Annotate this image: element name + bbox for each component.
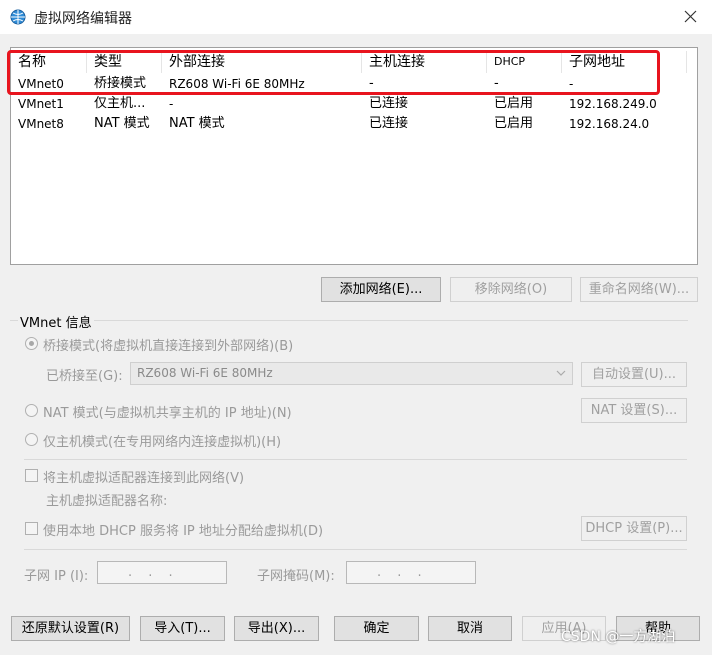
title-bar: 虚拟网络编辑器	[0, 0, 712, 34]
hostonly-label: 仅主机模式(在专用网络内连接虚拟机)(H)	[43, 435, 282, 450]
cancel-button[interactable]: 取消	[428, 616, 512, 641]
chevron-down-icon	[556, 370, 566, 376]
subnet-ip-input[interactable]: . . .	[97, 561, 227, 584]
column-header-dhcp[interactable]: DHCP	[487, 51, 562, 73]
table-row[interactable]: VMnet1 仅主机... - 已连接 已启用 192.168.249.0	[11, 94, 697, 114]
network-list[interactable]: 名称 类型 外部连接 主机连接 DHCP 子网地址 VMnet0 桥接模式 RZ…	[10, 47, 698, 265]
bridged-to-label: 已桥接至(G):	[46, 369, 123, 384]
cell-subnet: -	[569, 77, 574, 91]
divider	[24, 549, 687, 550]
nat-label: NAT 模式(与虚拟机共享主机的 IP 地址)(N)	[43, 406, 292, 421]
cell-dhcp: 已启用	[494, 116, 534, 131]
rename-network-button[interactable]: 重命名网络(W)...	[580, 277, 698, 302]
nat-settings-button[interactable]: NAT 设置(S)...	[581, 398, 687, 423]
bridged-label: 桥接模式(将虚拟机直接连接到外部网络)(B)	[43, 339, 294, 354]
cell-name: VMnet0	[18, 77, 64, 91]
column-header-external[interactable]: 外部连接	[162, 51, 362, 73]
window-title: 虚拟网络编辑器	[34, 11, 132, 27]
dhcp-checkbox[interactable]	[25, 522, 38, 535]
cell-type: 桥接模式	[94, 76, 147, 91]
dhcp-label: 使用本地 DHCP 服务将 IP 地址分配给虚拟机(D)	[43, 524, 324, 539]
column-header-name[interactable]: 名称	[11, 51, 87, 73]
table-row[interactable]: VMnet0 桥接模式 RZ608 Wi-Fi 6E 80MHz - - -	[11, 74, 697, 94]
remove-network-button[interactable]: 移除网络(O)	[450, 277, 572, 302]
import-button[interactable]: 导入(T)...	[140, 616, 225, 641]
cell-dhcp: 已启用	[494, 96, 534, 111]
hostonly-radio[interactable]	[25, 433, 38, 446]
network-globe-icon	[10, 9, 26, 25]
watermark: CSDN @一方湖泊	[561, 629, 676, 645]
table-row[interactable]: VMnet8 NAT 模式 NAT 模式 已连接 已启用 192.168.24.…	[11, 114, 697, 134]
restore-defaults-button[interactable]: 还原默认设置(R)	[11, 616, 130, 641]
ok-button[interactable]: 确定	[334, 616, 419, 641]
cell-external: -	[169, 97, 174, 111]
cell-type: 仅主机...	[94, 96, 146, 111]
cell-host: -	[369, 76, 374, 91]
bridged-radio[interactable]	[25, 337, 38, 350]
divider	[24, 459, 687, 460]
bridged-to-value: RZ608 Wi-Fi 6E 80MHz	[137, 366, 273, 380]
column-header-type[interactable]: 类型	[87, 51, 162, 73]
cell-external: RZ608 Wi-Fi 6E 80MHz	[169, 77, 305, 91]
subnet-mask-input[interactable]: . . .	[346, 561, 476, 584]
close-button[interactable]	[672, 2, 710, 32]
bridged-to-select[interactable]: RZ608 Wi-Fi 6E 80MHz	[130, 362, 573, 385]
auto-settings-button[interactable]: 自动设置(U)...	[581, 362, 687, 387]
cell-subnet: 192.168.249.0	[569, 97, 657, 111]
add-network-button[interactable]: 添加网络(E)...	[321, 277, 441, 302]
subnet-mask-label: 子网掩码(M):	[257, 569, 335, 584]
cell-type: NAT 模式	[94, 116, 150, 131]
export-button[interactable]: 导出(X)...	[234, 616, 319, 641]
adapter-name-label: 主机虚拟适配器名称:	[46, 494, 168, 509]
cell-external: NAT 模式	[169, 116, 225, 131]
close-icon	[684, 10, 697, 23]
subnet-ip-label: 子网 IP (I):	[24, 569, 89, 584]
connect-adapter-checkbox[interactable]	[25, 469, 38, 482]
cell-host: 已连接	[369, 96, 409, 111]
dhcp-settings-button[interactable]: DHCP 设置(P)...	[581, 516, 687, 541]
cell-subnet: 192.168.24.0	[569, 117, 650, 131]
group-border-top	[10, 320, 688, 321]
nat-radio[interactable]	[25, 404, 38, 417]
cell-name: VMnet8	[18, 117, 64, 131]
connect-adapter-label: 将主机虚拟适配器连接到此网络(V)	[43, 471, 245, 486]
cell-dhcp: -	[494, 76, 499, 91]
cell-host: 已连接	[369, 116, 409, 131]
column-header-subnet[interactable]: 子网地址	[562, 51, 687, 73]
cell-name: VMnet1	[18, 97, 64, 111]
column-header-host[interactable]: 主机连接	[362, 51, 487, 73]
vmnet-info-label: VMnet 信息	[18, 312, 94, 331]
